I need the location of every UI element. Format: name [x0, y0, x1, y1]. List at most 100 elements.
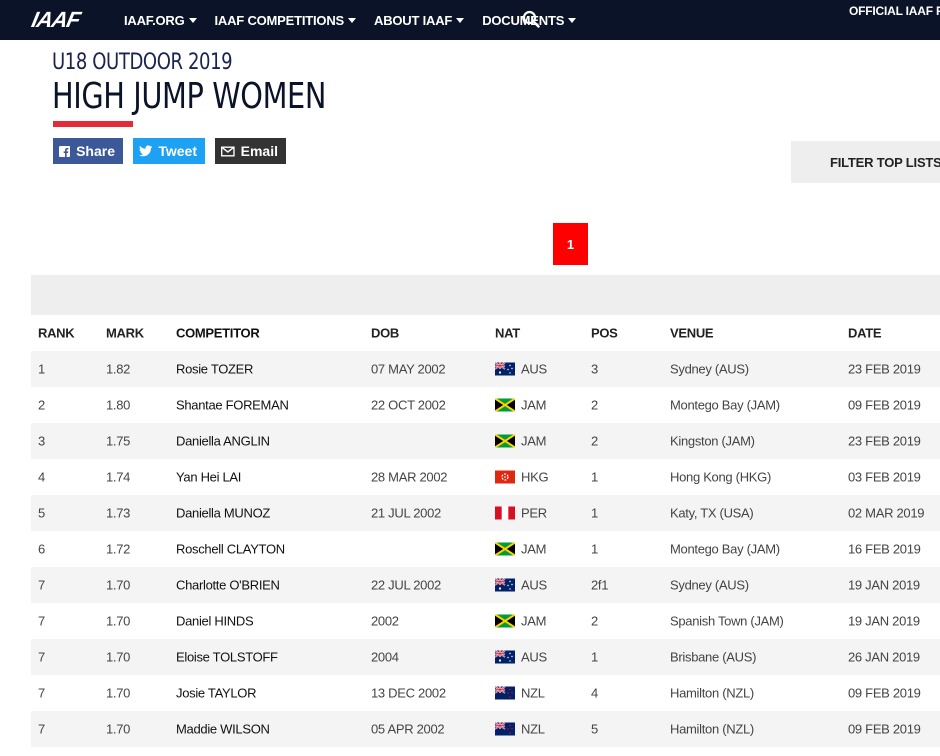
pos-cell: 1	[591, 541, 598, 557]
venue-cell: Hamilton (NZL)	[670, 685, 754, 701]
column-header-mark[interactable]: MARK	[106, 326, 144, 341]
table-row: 1 1.82 Rosie TOZER 07 MAY 2002 AUS 3 Sydney (A…	[31, 351, 940, 387]
competitor-link[interactable]: Charlotte O'BRIEN	[176, 578, 280, 593]
pos-cell: 2	[591, 397, 598, 413]
pagination-page-1[interactable]: 1	[553, 223, 588, 265]
nat-cell: AUS	[494, 649, 547, 665]
facebook-icon	[59, 145, 71, 157]
rank-cell: 7	[38, 685, 45, 701]
column-header-pos[interactable]: POS	[591, 326, 618, 341]
nat-cell: JAM	[494, 433, 546, 449]
jam-flag-icon	[494, 433, 516, 449]
mark-cell: 1.80	[106, 397, 131, 413]
dob-cell: 2002	[371, 613, 399, 629]
competitor-link[interactable]: Daniel HINDS	[176, 614, 254, 629]
search-icon[interactable]	[522, 10, 540, 28]
mark-cell: 1.75	[106, 433, 131, 449]
nat-code: HKG	[521, 469, 549, 485]
competitor-link[interactable]: Yan Hei LAI	[176, 470, 241, 485]
nat-cell: NZL	[494, 686, 545, 701]
table-row: 4 1.74 Yan Hei LAI 28 MAR 2002 HKG 1 Hong Kong…	[31, 459, 940, 495]
dob-cell: 2004	[371, 649, 399, 665]
nat-code: JAM	[521, 397, 547, 413]
date-cell: 09 FEB 2019	[848, 685, 921, 701]
rank-cell: 4	[38, 469, 45, 485]
date-cell: 19 JAN 2019	[848, 613, 920, 629]
column-header-competitor[interactable]: COMPETITOR	[176, 326, 260, 341]
nat-code: NZL	[521, 721, 545, 737]
jam-flag-icon	[494, 613, 516, 629]
pos-cell: 4	[591, 685, 598, 701]
column-header-rank[interactable]: RANK	[38, 326, 75, 341]
nav-item-label: IAAF COMPETITIONS	[214, 12, 345, 28]
venue-cell: Montego Bay (JAM)	[670, 397, 780, 413]
competitor-link[interactable]: Daniella MUNOZ	[176, 506, 270, 521]
nav-item-label: ABOUT IAAF	[374, 12, 453, 28]
competitor-link[interactable]: Shantae FOREMAN	[176, 398, 289, 413]
venue-cell: Sydney (AUS)	[670, 577, 749, 593]
pos-cell: 1	[591, 469, 598, 485]
competitor-link[interactable]: Rosie TOZER	[176, 362, 253, 377]
table-header: RANK MARK COMPETITOR DOB NAT POS VENUE D…	[31, 315, 940, 351]
rank-cell: 7	[38, 577, 45, 593]
venue-cell: Hamilton (NZL)	[670, 721, 754, 737]
mark-cell: 1.70	[106, 577, 131, 593]
dob-cell: 13 DEC 2002	[371, 685, 446, 701]
date-cell: 02 MAR 2019	[848, 505, 925, 521]
jam-flag-icon	[494, 541, 516, 557]
competitor-link[interactable]: Maddie WILSON	[176, 722, 270, 737]
table-row: 7 1.70 Charlotte O'BRIEN 22 JUL 2002 AUS 2f1 S…	[31, 567, 940, 603]
competitor-link[interactable]: Eloise TOLSTOFF	[176, 650, 278, 665]
rank-cell: 5	[38, 505, 45, 521]
competitor-link[interactable]: Daniella ANGLIN	[176, 434, 270, 449]
tweet-button[interactable]: Tweet	[133, 138, 205, 164]
official-partners-link[interactable]: OFFICIAL IAAF PARTN	[849, 4, 940, 18]
competitor-link[interactable]: Josie TAYLOR	[176, 686, 257, 701]
mark-cell: 1.72	[106, 541, 131, 557]
pos-cell: 1	[591, 649, 598, 665]
table-row: 2 1.80 Shantae FOREMAN 22 OCT 2002 JAM 2 Monte…	[31, 387, 940, 423]
top-nav: IAAF IAAF.ORG IAAF COMPETITIONS ABOUT IA…	[0, 0, 940, 40]
aus-flag-icon	[494, 649, 515, 664]
mark-cell: 1.73	[106, 505, 131, 521]
per-flag-icon	[495, 506, 515, 520]
caret-down-icon	[456, 17, 465, 23]
email-label: Email	[240, 143, 278, 159]
table-row: 7 1.70 Josie TAYLOR 13 DEC 2002 NZL 4 Hamilton…	[31, 675, 940, 711]
pos-cell: 2	[591, 613, 598, 629]
iaaf-logo[interactable]: IAAF	[29, 7, 83, 32]
rank-cell: 7	[38, 649, 45, 665]
column-header-venue[interactable]: VENUE	[670, 326, 714, 341]
envelope-icon	[221, 145, 235, 157]
date-cell: 19 JAN 2019	[848, 577, 920, 593]
column-header-date[interactable]: DATE	[848, 326, 882, 341]
pos-cell: 2f1	[591, 577, 609, 593]
column-header-nat[interactable]: NAT	[495, 326, 520, 341]
venue-cell: Katy, TX (USA)	[670, 505, 754, 521]
dob-cell: 05 APR 2002	[371, 721, 445, 737]
mark-cell: 1.70	[106, 685, 131, 701]
column-header-dob[interactable]: DOB	[371, 326, 399, 341]
nat-cell: HKG	[495, 469, 549, 485]
logo-text: IAAF	[29, 7, 83, 32]
mark-cell: 1.70	[106, 649, 131, 665]
table-toolbar-band	[31, 275, 940, 315]
mark-cell: 1.70	[106, 613, 131, 629]
table-row: 7 1.70 Eloise TOLSTOFF 2004 AUS 1 Brisbane (AU…	[31, 639, 940, 675]
competitor-link[interactable]: Roschell CLAYTON	[176, 542, 285, 557]
date-cell: 26 JAN 2019	[848, 649, 920, 665]
nav-item-iaaf-org[interactable]: IAAF.ORG	[124, 13, 197, 28]
facebook-share-button[interactable]: Share	[53, 138, 123, 164]
mark-cell: 1.74	[106, 469, 131, 485]
email-share-button[interactable]: Email	[215, 138, 286, 164]
nav-item-about-iaaf[interactable]: ABOUT IAAF	[374, 12, 465, 28]
aus-flag-icon	[494, 577, 515, 592]
rank-cell: 7	[38, 613, 45, 629]
rank-cell: 7	[38, 721, 45, 737]
dob-cell: 07 MAY 2002	[371, 361, 446, 377]
filter-top-lists-button[interactable]: FILTER TOP LISTS	[791, 141, 940, 183]
rank-cell: 6	[38, 541, 45, 557]
nav-item-iaaf-competitions[interactable]: IAAF COMPETITIONS	[215, 13, 357, 28]
date-cell: 09 FEB 2019	[848, 721, 921, 737]
nat-code: JAM	[521, 541, 547, 557]
